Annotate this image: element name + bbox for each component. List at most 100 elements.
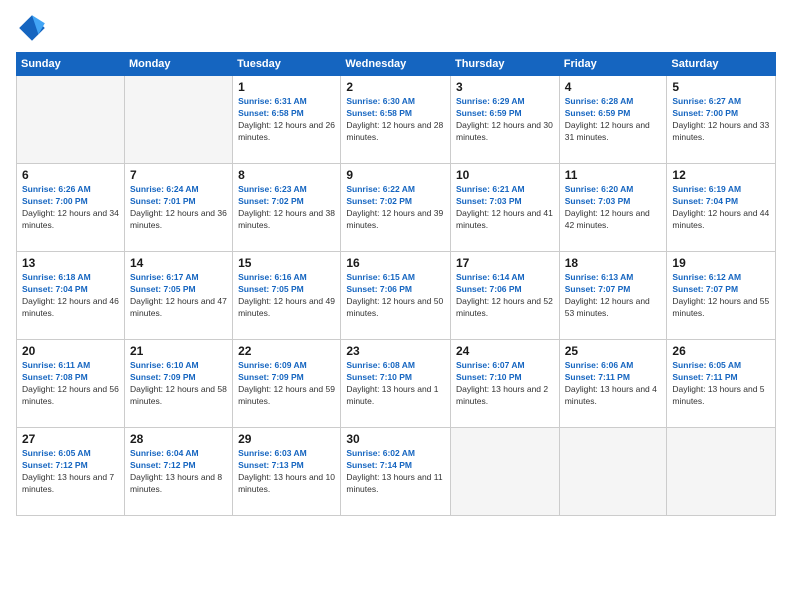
calendar-cell: 17 Sunrise: 6:14 AMSunset: 7:06 PMDayligh… bbox=[450, 252, 559, 340]
day-number: 22 bbox=[238, 344, 335, 358]
weekday-header-friday: Friday bbox=[559, 53, 667, 76]
calendar-cell: 24 Sunrise: 6:07 AMSunset: 7:10 PMDayligh… bbox=[450, 340, 559, 428]
calendar-cell: 30 Sunrise: 6:02 AMSunset: 7:14 PMDayligh… bbox=[341, 428, 451, 516]
calendar-cell: 8 Sunrise: 6:23 AMSunset: 7:02 PMDaylight… bbox=[233, 164, 341, 252]
day-number: 15 bbox=[238, 256, 335, 270]
day-number: 19 bbox=[672, 256, 770, 270]
weekday-header-saturday: Saturday bbox=[667, 53, 776, 76]
calendar-cell: 18 Sunrise: 6:13 AMSunset: 7:07 PMDayligh… bbox=[559, 252, 667, 340]
day-number: 5 bbox=[672, 80, 770, 94]
day-info: Sunrise: 6:16 AMSunset: 7:05 PMDaylight:… bbox=[238, 272, 335, 320]
day-info: Sunrise: 6:07 AMSunset: 7:10 PMDaylight:… bbox=[456, 360, 554, 408]
calendar-cell: 26 Sunrise: 6:05 AMSunset: 7:11 PMDayligh… bbox=[667, 340, 776, 428]
weekday-header-row: SundayMondayTuesdayWednesdayThursdayFrid… bbox=[17, 53, 776, 76]
day-info: Sunrise: 6:31 AMSunset: 6:58 PMDaylight:… bbox=[238, 96, 335, 144]
calendar-cell: 5 Sunrise: 6:27 AMSunset: 7:00 PMDaylight… bbox=[667, 76, 776, 164]
calendar-cell: 11 Sunrise: 6:20 AMSunset: 7:03 PMDayligh… bbox=[559, 164, 667, 252]
day-info: Sunrise: 6:18 AMSunset: 7:04 PMDaylight:… bbox=[22, 272, 119, 320]
day-number: 26 bbox=[672, 344, 770, 358]
calendar-week-0: 1 Sunrise: 6:31 AMSunset: 6:58 PMDaylight… bbox=[17, 76, 776, 164]
day-number: 27 bbox=[22, 432, 119, 446]
day-info: Sunrise: 6:19 AMSunset: 7:04 PMDaylight:… bbox=[672, 184, 770, 232]
calendar-cell: 27 Sunrise: 6:05 AMSunset: 7:12 PMDayligh… bbox=[17, 428, 125, 516]
day-number: 3 bbox=[456, 80, 554, 94]
calendar-cell: 19 Sunrise: 6:12 AMSunset: 7:07 PMDayligh… bbox=[667, 252, 776, 340]
calendar-cell: 6 Sunrise: 6:26 AMSunset: 7:00 PMDaylight… bbox=[17, 164, 125, 252]
day-info: Sunrise: 6:06 AMSunset: 7:11 PMDaylight:… bbox=[565, 360, 662, 408]
calendar-cell: 29Sunrise: 6:03 AMSunset: 7:13 PMDayligh… bbox=[233, 428, 341, 516]
day-info: Sunrise: 6:29 AMSunset: 6:59 PMDaylight:… bbox=[456, 96, 554, 144]
day-info: Sunrise: 6:12 AMSunset: 7:07 PMDaylight:… bbox=[672, 272, 770, 320]
day-info: Sunrise: 6:23 AMSunset: 7:02 PMDaylight:… bbox=[238, 184, 335, 232]
day-number: 2 bbox=[346, 80, 445, 94]
calendar-cell: 21 Sunrise: 6:10 AMSunset: 7:09 PMDayligh… bbox=[124, 340, 232, 428]
page: SundayMondayTuesdayWednesdayThursdayFrid… bbox=[0, 0, 792, 612]
day-info: Sunrise: 6:13 AMSunset: 7:07 PMDaylight:… bbox=[565, 272, 662, 320]
calendar-table: SundayMondayTuesdayWednesdayThursdayFrid… bbox=[16, 52, 776, 516]
weekday-header-thursday: Thursday bbox=[450, 53, 559, 76]
calendar-cell bbox=[450, 428, 559, 516]
day-info: Sunrise: 6:11 AMSunset: 7:08 PMDaylight:… bbox=[22, 360, 119, 408]
weekday-header-tuesday: Tuesday bbox=[233, 53, 341, 76]
day-number: 12 bbox=[672, 168, 770, 182]
day-info: Sunrise: 6:10 AMSunset: 7:09 PMDaylight:… bbox=[130, 360, 227, 408]
day-number: 1 bbox=[238, 80, 335, 94]
day-number: 24 bbox=[456, 344, 554, 358]
calendar-cell bbox=[124, 76, 232, 164]
calendar-week-2: 13 Sunrise: 6:18 AMSunset: 7:04 PMDayligh… bbox=[17, 252, 776, 340]
day-info: Sunrise: 6:28 AMSunset: 6:59 PMDaylight:… bbox=[565, 96, 662, 144]
day-info: Sunrise: 6:03 AMSunset: 7:13 PMDaylight:… bbox=[238, 448, 335, 496]
day-info: Sunrise: 6:05 AMSunset: 7:11 PMDaylight:… bbox=[672, 360, 770, 408]
day-number: 14 bbox=[130, 256, 227, 270]
day-number: 6 bbox=[22, 168, 119, 182]
calendar-cell bbox=[17, 76, 125, 164]
day-info: Sunrise: 6:14 AMSunset: 7:06 PMDaylight:… bbox=[456, 272, 554, 320]
day-number: 4 bbox=[565, 80, 662, 94]
calendar-cell: 4 Sunrise: 6:28 AMSunset: 6:59 PMDaylight… bbox=[559, 76, 667, 164]
day-number: 18 bbox=[565, 256, 662, 270]
calendar-cell: 7Sunrise: 6:24 AMSunset: 7:01 PMDaylight… bbox=[124, 164, 232, 252]
calendar-cell: 12 Sunrise: 6:19 AMSunset: 7:04 PMDayligh… bbox=[667, 164, 776, 252]
calendar-cell: 1 Sunrise: 6:31 AMSunset: 6:58 PMDaylight… bbox=[233, 76, 341, 164]
calendar-cell: 22 Sunrise: 6:09 AMSunset: 7:09 PMDayligh… bbox=[233, 340, 341, 428]
day-info: Sunrise: 6:17 AMSunset: 7:05 PMDaylight:… bbox=[130, 272, 227, 320]
day-number: 20 bbox=[22, 344, 119, 358]
calendar-cell bbox=[559, 428, 667, 516]
calendar-cell: 9Sunrise: 6:22 AMSunset: 7:02 PMDaylight… bbox=[341, 164, 451, 252]
day-number: 8 bbox=[238, 168, 335, 182]
day-number: 17 bbox=[456, 256, 554, 270]
day-info: Sunrise: 6:09 AMSunset: 7:09 PMDaylight:… bbox=[238, 360, 335, 408]
calendar-cell: 10Sunrise: 6:21 AMSunset: 7:03 PMDayligh… bbox=[450, 164, 559, 252]
day-info: Sunrise: 6:05 AMSunset: 7:12 PMDaylight:… bbox=[22, 448, 119, 496]
day-number: 11 bbox=[565, 168, 662, 182]
day-number: 30 bbox=[346, 432, 445, 446]
weekday-header-wednesday: Wednesday bbox=[341, 53, 451, 76]
header bbox=[16, 12, 776, 44]
calendar-cell: 28Sunrise: 6:04 AMSunset: 7:12 PMDayligh… bbox=[124, 428, 232, 516]
calendar-cell: 15 Sunrise: 6:16 AMSunset: 7:05 PMDayligh… bbox=[233, 252, 341, 340]
calendar-cell: 20 Sunrise: 6:11 AMSunset: 7:08 PMDayligh… bbox=[17, 340, 125, 428]
day-number: 25 bbox=[565, 344, 662, 358]
calendar-cell: 13 Sunrise: 6:18 AMSunset: 7:04 PMDayligh… bbox=[17, 252, 125, 340]
day-number: 28 bbox=[130, 432, 227, 446]
calendar-cell: 25 Sunrise: 6:06 AMSunset: 7:11 PMDayligh… bbox=[559, 340, 667, 428]
calendar-cell: 2 Sunrise: 6:30 AMSunset: 6:58 PMDaylight… bbox=[341, 76, 451, 164]
day-info: Sunrise: 6:26 AMSunset: 7:00 PMDaylight:… bbox=[22, 184, 119, 232]
calendar-cell: 16Sunrise: 6:15 AMSunset: 7:06 PMDayligh… bbox=[341, 252, 451, 340]
day-info: Sunrise: 6:27 AMSunset: 7:00 PMDaylight:… bbox=[672, 96, 770, 144]
calendar-cell: 14 Sunrise: 6:17 AMSunset: 7:05 PMDayligh… bbox=[124, 252, 232, 340]
calendar-cell bbox=[667, 428, 776, 516]
day-number: 7 bbox=[130, 168, 227, 182]
calendar-week-3: 20 Sunrise: 6:11 AMSunset: 7:08 PMDayligh… bbox=[17, 340, 776, 428]
day-info: Sunrise: 6:22 AMSunset: 7:02 PMDaylight:… bbox=[346, 184, 445, 232]
day-info: Sunrise: 6:02 AMSunset: 7:14 PMDaylight:… bbox=[346, 448, 445, 496]
day-number: 16 bbox=[346, 256, 445, 270]
calendar-cell: 3 Sunrise: 6:29 AMSunset: 6:59 PMDaylight… bbox=[450, 76, 559, 164]
day-info: Sunrise: 6:20 AMSunset: 7:03 PMDaylight:… bbox=[565, 184, 662, 232]
day-info: Sunrise: 6:30 AMSunset: 6:58 PMDaylight:… bbox=[346, 96, 445, 144]
day-number: 13 bbox=[22, 256, 119, 270]
day-number: 21 bbox=[130, 344, 227, 358]
logo bbox=[16, 12, 52, 44]
day-number: 23 bbox=[346, 344, 445, 358]
weekday-header-monday: Monday bbox=[124, 53, 232, 76]
